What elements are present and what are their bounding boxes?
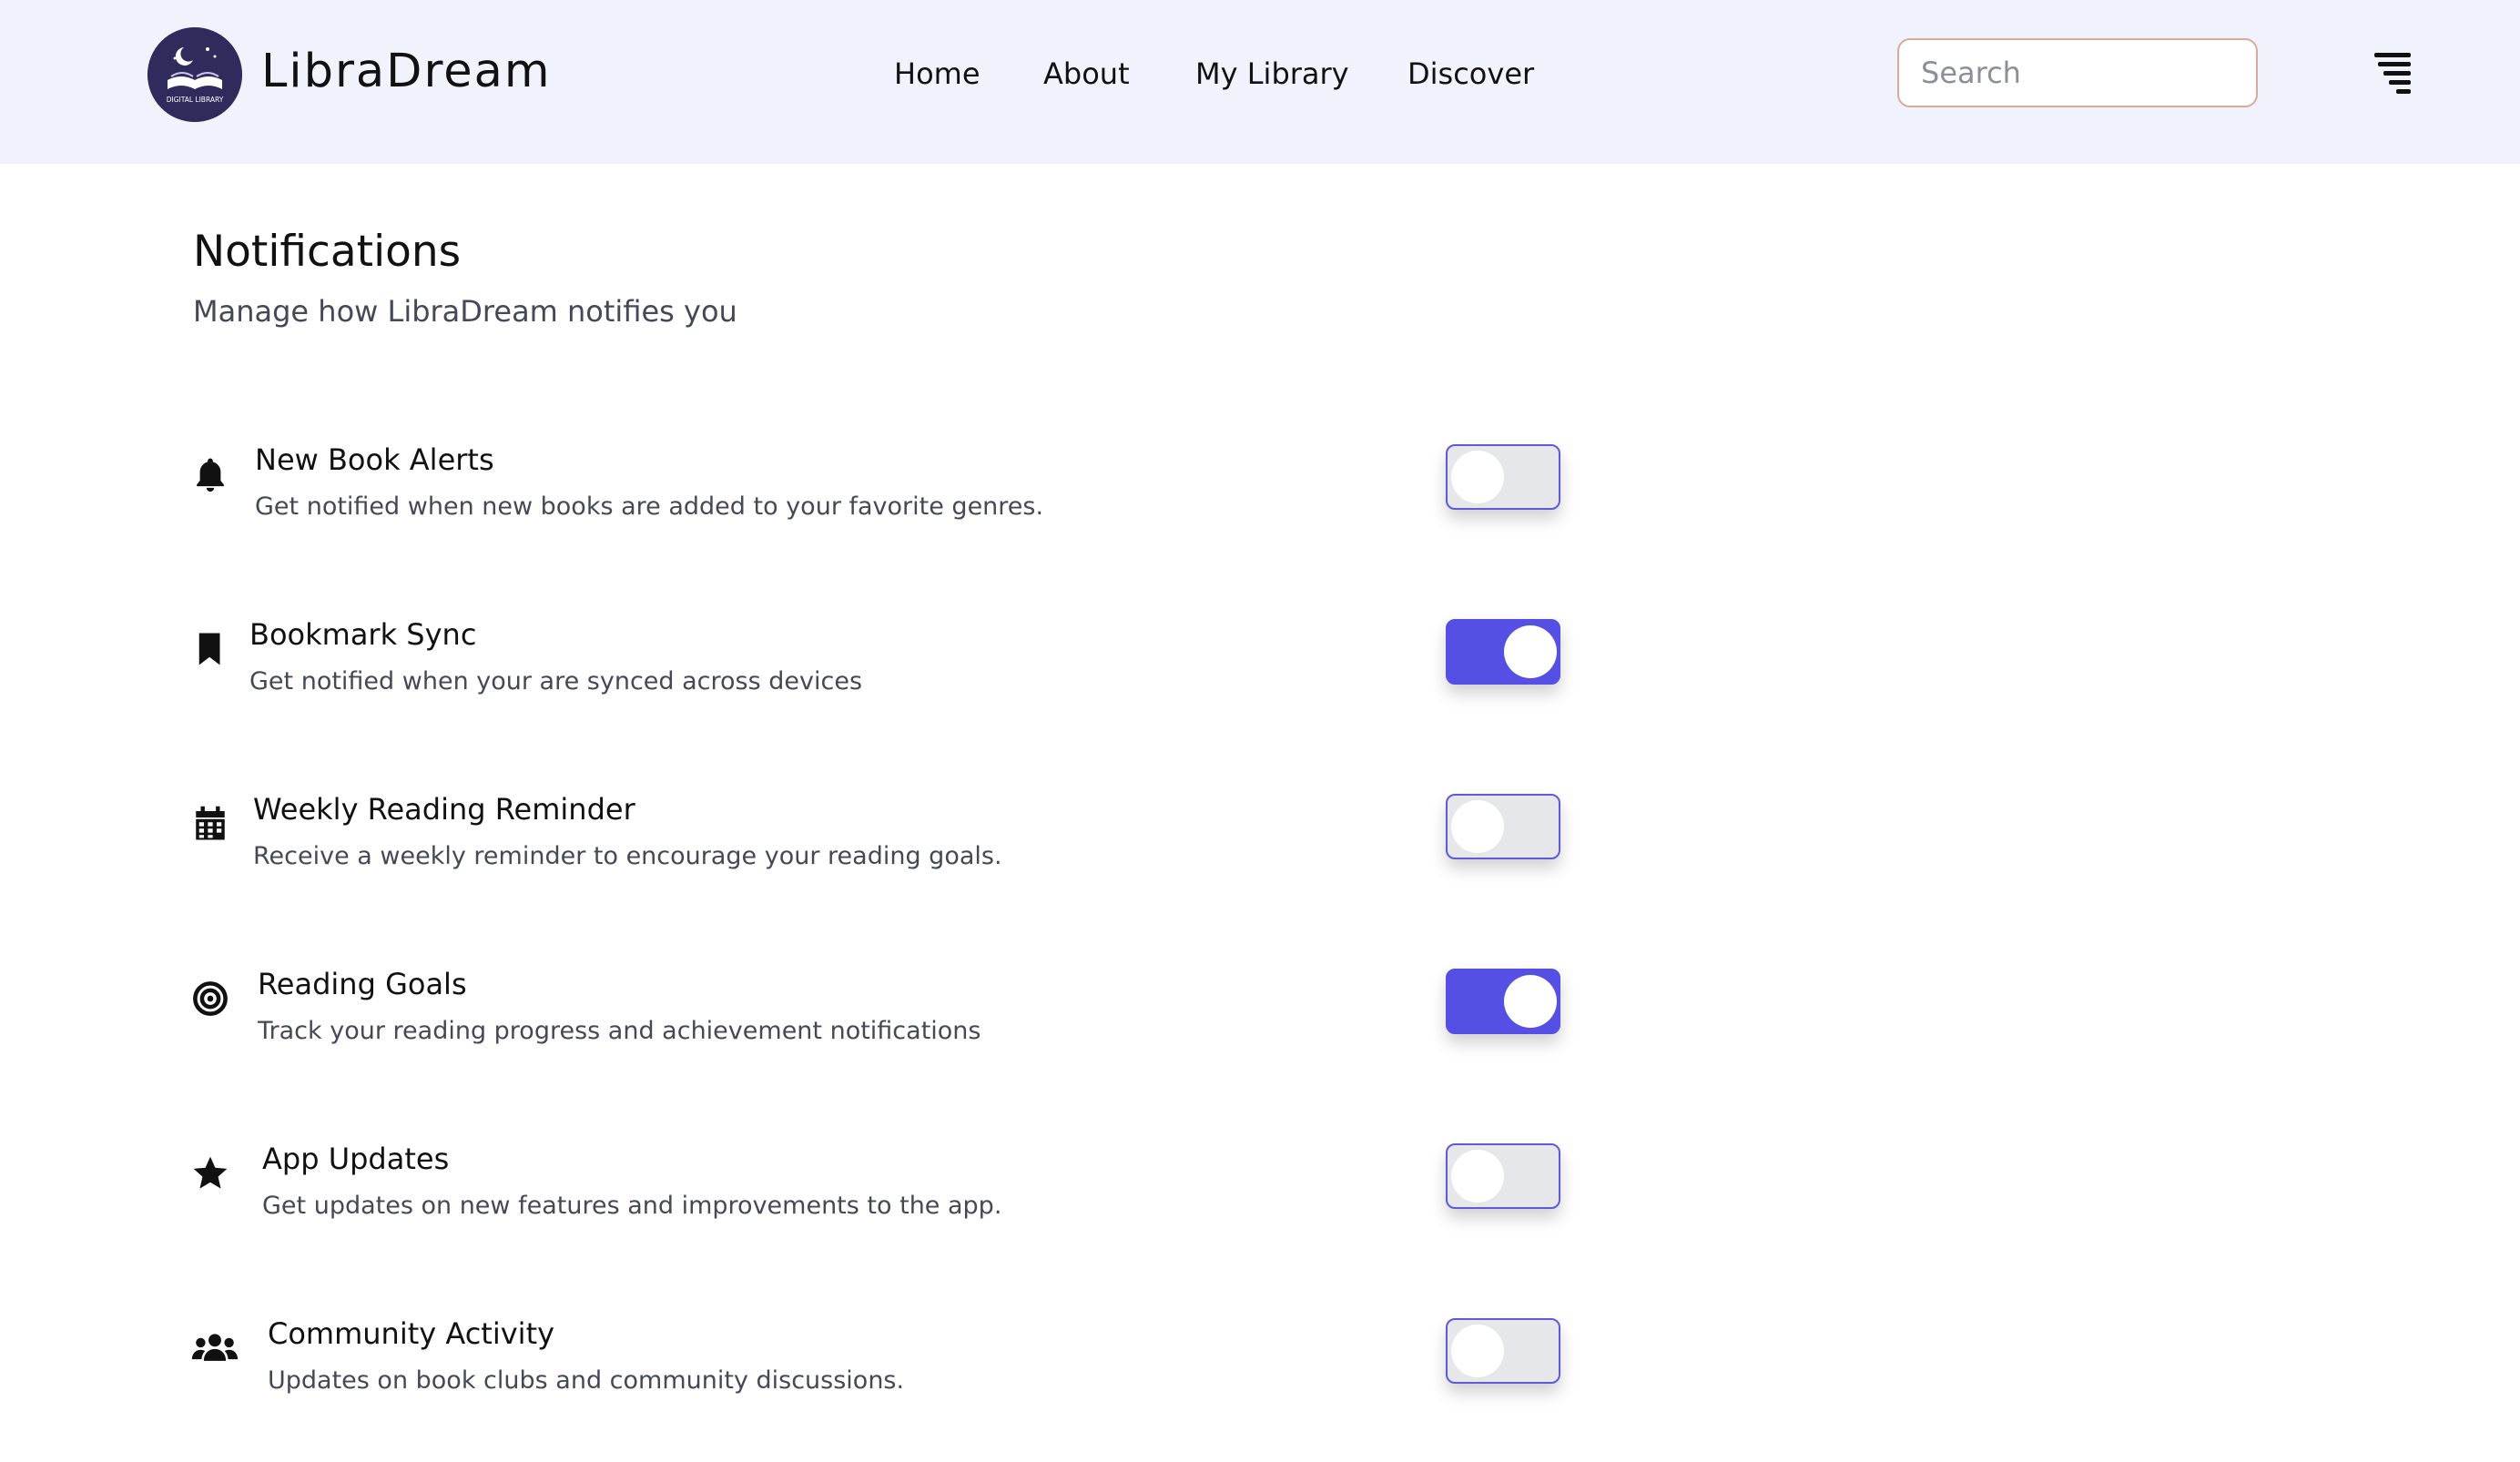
target-icon <box>193 981 228 1016</box>
brand-name[interactable]: LibraDream <box>261 40 552 104</box>
logo-emblem-icon: DIGITAL LIBRARY <box>147 27 242 122</box>
setting-title: Reading Goals <box>258 967 467 1001</box>
toggle-knob <box>1451 451 1504 503</box>
setting-title: Bookmark Sync <box>249 617 477 652</box>
bookmark-icon <box>198 633 220 665</box>
toggle-knob <box>1451 1150 1504 1203</box>
setting-title: App Updates <box>262 1142 450 1176</box>
setting-row-bookmark-sync: Bookmark Sync Get notified when your are… <box>0 610 2520 746</box>
setting-row-weekly-reading-reminder: Weekly Reading Reminder Receive a weekly… <box>0 785 2520 921</box>
setting-title: Weekly Reading Reminder <box>253 792 635 827</box>
toggle-reading-goals[interactable] <box>1446 969 1560 1034</box>
toggle-community-activity[interactable] <box>1446 1318 1560 1384</box>
toggle-weekly-reading-reminder[interactable] <box>1446 794 1560 859</box>
setting-row-new-book-alerts: New Book Alerts Get notified when new bo… <box>0 435 2520 572</box>
toggle-new-book-alerts[interactable] <box>1446 444 1560 510</box>
setting-description: Get notified when your are synced across… <box>249 667 863 695</box>
page-subtitle: Manage how LibraDream notifies you <box>193 294 737 329</box>
nav-my-library[interactable]: My Library <box>1195 51 1349 96</box>
setting-description: Track your reading progress and achievem… <box>258 1017 981 1045</box>
toggle-app-updates[interactable] <box>1446 1143 1560 1209</box>
toggle-bookmark-sync[interactable] <box>1446 619 1560 685</box>
nav-home[interactable]: Home <box>894 51 981 96</box>
setting-title: Community Activity <box>268 1316 555 1351</box>
top-navbar: DIGITAL LIBRARY LibraDream Home About My… <box>0 0 2520 164</box>
setting-row-app-updates: App Updates Get updates on new features … <box>0 1134 2520 1271</box>
setting-description: Receive a weekly reminder to encourage y… <box>253 842 1002 870</box>
bell-icon <box>197 458 224 492</box>
setting-row-community-activity: Community Activity Updates on book clubs… <box>0 1309 2520 1446</box>
toggle-knob <box>1504 975 1557 1028</box>
nav-discover[interactable]: Discover <box>1407 51 1534 96</box>
search-input[interactable] <box>1897 38 2258 107</box>
toggle-knob <box>1451 1325 1504 1377</box>
setting-row-reading-goals: Reading Goals Track your reading progres… <box>0 959 2520 1096</box>
setting-title: New Book Alerts <box>255 442 494 477</box>
toggle-knob <box>1451 800 1504 853</box>
toggle-knob <box>1504 625 1557 678</box>
nav-about[interactable]: About <box>1043 51 1130 96</box>
page-title: Notifications <box>193 227 462 277</box>
calendar-icon <box>196 806 225 840</box>
setting-description: Get updates on new features and improvem… <box>262 1192 1002 1220</box>
star-icon <box>193 1156 228 1189</box>
setting-description: Updates on book clubs and community disc… <box>268 1366 905 1395</box>
users-icon <box>191 1334 239 1361</box>
menu-icon[interactable] <box>2373 51 2414 96</box>
setting-description: Get notified when new books are added to… <box>255 492 1044 521</box>
logo-text: DIGITAL LIBRARY <box>167 96 224 104</box>
libradream-logo[interactable]: DIGITAL LIBRARY <box>147 27 242 122</box>
